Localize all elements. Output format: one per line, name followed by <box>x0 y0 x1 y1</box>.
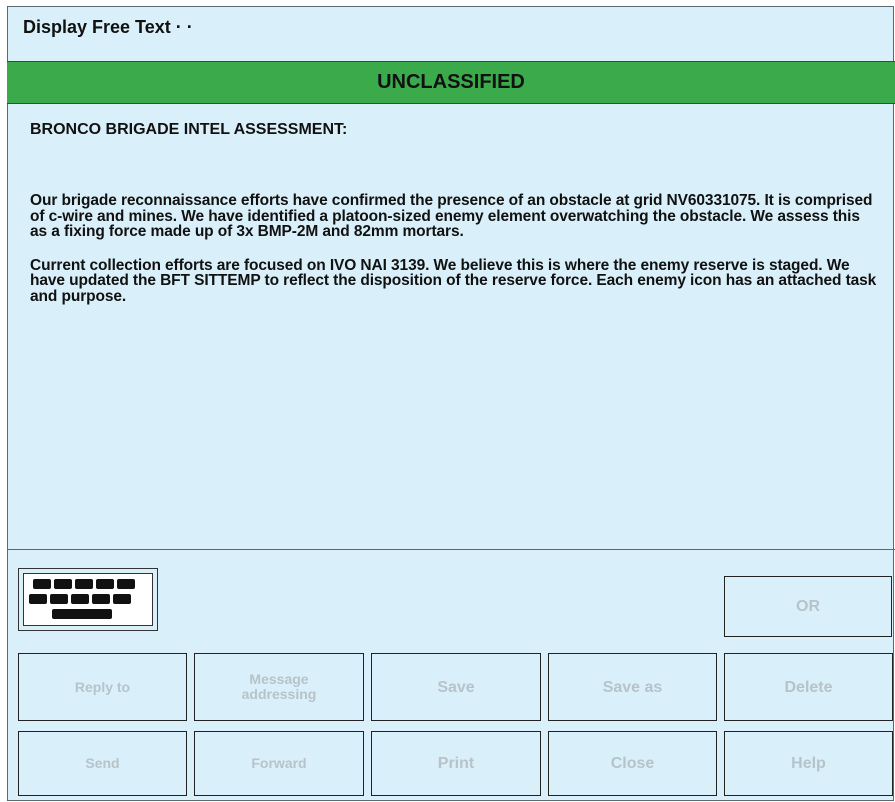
divider <box>7 549 895 550</box>
free-text-window: Display Free Text · · UNCLASSIFIED BRONC… <box>7 6 895 801</box>
message-heading: BRONCO BRIGADE INTEL ASSESSMENT: <box>30 121 348 138</box>
reply-to-button[interactable]: Reply to <box>18 653 187 721</box>
delete-button[interactable]: Delete <box>724 653 893 721</box>
message-addressing-button[interactable]: Message addressing <box>194 653 364 721</box>
save-button[interactable]: Save <box>371 653 541 721</box>
keyboard-icon <box>23 573 153 626</box>
keyboard-button[interactable] <box>18 568 158 631</box>
send-button[interactable]: Send <box>18 731 187 796</box>
message-body: BRONCO BRIGADE INTEL ASSESSMENT: Our bri… <box>30 121 880 322</box>
message-paragraph: Our brigade reconnaissance efforts have … <box>30 192 873 240</box>
or-button[interactable]: OR <box>724 576 892 637</box>
forward-button[interactable]: Forward <box>194 731 364 796</box>
save-as-button[interactable]: Save as <box>548 653 717 721</box>
close-button[interactable]: Close <box>548 731 717 796</box>
classification-banner: UNCLASSIFIED <box>7 61 895 104</box>
message-paragraph: Current collection efforts are focused o… <box>30 256 877 305</box>
print-button[interactable]: Print <box>371 731 541 796</box>
help-button[interactable]: Help <box>724 731 893 796</box>
window-title: Display Free Text · · <box>23 17 193 37</box>
